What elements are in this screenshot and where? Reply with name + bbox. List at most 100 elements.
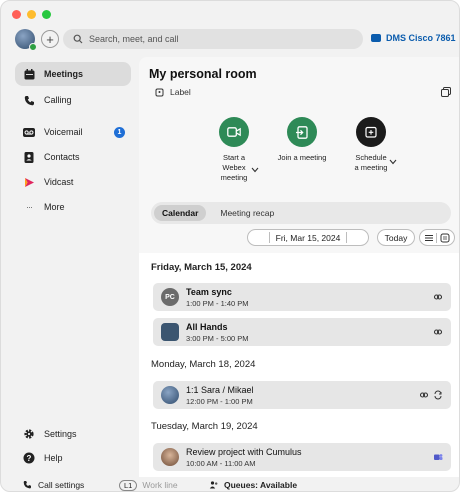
tab-calendar[interactable]: Calendar (154, 205, 207, 221)
video-icon (219, 117, 249, 147)
meeting-list: Friday, March 15, 2024 PC Team sync 1:00… (139, 253, 459, 477)
calendar-icon (23, 68, 35, 80)
room-label[interactable]: Label (155, 87, 191, 97)
join-meeting-button[interactable]: Join a meeting (267, 117, 337, 163)
avatar-initials: PC (165, 293, 175, 301)
meetings-panel: My personal room Label Start a Webex mee… (139, 57, 459, 477)
meeting-title: 1:1 Sara / Mikael (186, 385, 254, 395)
close-window-button[interactable] (12, 10, 21, 19)
meeting-row-all-hands[interactable]: All Hands 3:00 PM - 5:00 PM (153, 318, 451, 346)
day-header: Tuesday, March 19, 2024 (151, 421, 258, 432)
teams-icon (434, 454, 443, 460)
new-action-button[interactable]: + (41, 30, 59, 48)
day-header: Monday, March 18, 2024 (151, 359, 256, 370)
meeting-title: Team sync (186, 287, 232, 297)
status-bar: Call settings L1 Work line Queues: Avail… (1, 477, 459, 491)
sidebar-item-vidcast[interactable]: Vidcast (15, 170, 131, 194)
sidebar-item-label: Settings (44, 429, 77, 439)
page-title: My personal room (149, 67, 257, 81)
room-label-text: Label (170, 87, 191, 97)
more-dots-icon: ··· (26, 202, 33, 212)
voicemail-icon (23, 126, 35, 138)
help-icon: ? (23, 452, 35, 464)
meeting-title: Review project with Cumulus (186, 447, 302, 457)
start-meeting-label: Start a (222, 153, 246, 162)
chevron-down-icon[interactable] (251, 167, 259, 173)
call-settings-button[interactable]: Call settings (23, 480, 84, 490)
vidcast-icon (23, 176, 35, 188)
search-bar[interactable]: Search, meet, and call (63, 29, 363, 49)
sidebar-item-voicemail[interactable]: Voicemail 1 (15, 120, 131, 144)
sidebar-item-help[interactable]: ? Help (15, 446, 131, 470)
today-button[interactable]: Today (377, 229, 415, 246)
meeting-time: 10:00 AM - 11:00 AM (186, 459, 256, 468)
sidebar-item-label: Voicemail (44, 127, 83, 137)
date-picker[interactable]: Fri, Mar 15, 2024 (247, 229, 369, 246)
meeting-time: 12:00 PM - 1:00 PM (186, 397, 253, 406)
meeting-row-1on1[interactable]: 1:1 Sara / Mikael 12:00 PM - 1:00 PM (153, 381, 451, 409)
user-avatar[interactable] (15, 29, 37, 51)
search-placeholder: Search, meet, and call (89, 34, 179, 44)
call-settings-label: Call settings (38, 480, 85, 490)
device-connection[interactable]: DMS Cisco 7861 (371, 33, 456, 43)
sidebar-item-label: Vidcast (44, 177, 74, 187)
meeting-time: 3:00 PM - 5:00 PM (186, 334, 249, 343)
queues-status[interactable]: Queues: Available (209, 480, 297, 490)
day-header: Friday, March 15, 2024 (151, 262, 252, 273)
group-avatar (161, 323, 179, 341)
list-view-icon[interactable] (424, 233, 434, 243)
sidebar-item-label: Help (44, 453, 63, 463)
join-meeting-label: Join a meeting (277, 153, 327, 162)
sidebar-item-meetings[interactable]: Meetings (15, 62, 131, 86)
date-divider (268, 232, 270, 243)
current-date: Fri, Mar 15, 2024 (275, 232, 341, 243)
sidebar-item-label: Calling (44, 95, 72, 105)
work-line-label: Work line (142, 480, 178, 490)
webex-window: + Search, meet, and call DMS Cisco 7861 … (0, 0, 460, 492)
device-label: DMS Cisco 7861 (386, 33, 456, 43)
avatar (161, 448, 179, 466)
view-tabs: Calendar Meeting recap (151, 202, 451, 224)
calendar-view-icon[interactable] (440, 233, 450, 243)
tab-meeting-recap[interactable]: Meeting recap (212, 205, 282, 221)
date-divider (346, 232, 348, 243)
meeting-title: All Hands (186, 322, 228, 332)
sidebar-item-label: Contacts (44, 152, 80, 162)
search-icon (73, 34, 83, 44)
sidebar-item-more[interactable]: ··· More (15, 195, 131, 219)
line-status[interactable]: L1 Work line (119, 479, 178, 491)
top-bar: + Search, meet, and call DMS Cisco 7861 (1, 27, 459, 53)
voicemail-count-badge: 1 (114, 126, 125, 138)
desk-phone-icon (371, 34, 381, 42)
line-badge: L1 (119, 479, 138, 491)
view-divider (436, 232, 438, 243)
sidebar-item-label: More (44, 202, 65, 212)
window-controls (12, 10, 51, 19)
queue-agent-icon (209, 481, 218, 489)
avatar: PC (161, 288, 179, 306)
date-navigation: Fri, Mar 15, 2024 Today (247, 229, 457, 247)
meeting-row-team-sync[interactable]: PC Team sync 1:00 PM - 1:40 PM (153, 283, 451, 311)
call-settings-icon (23, 481, 31, 489)
schedule-calendar-icon (356, 117, 386, 147)
link-icon (433, 329, 443, 335)
svg-text:?: ? (27, 454, 32, 463)
minimize-window-button[interactable] (27, 10, 36, 19)
contacts-icon (23, 151, 35, 163)
sidebar-item-contacts[interactable]: Contacts (15, 145, 131, 169)
gear-icon (23, 428, 35, 440)
copy-link-icon[interactable] (441, 87, 451, 97)
start-meeting-label: meeting (220, 172, 248, 182)
view-toggle (419, 229, 455, 246)
chevron-down-icon[interactable] (389, 159, 397, 165)
link-icon (419, 392, 429, 398)
meeting-time: 1:00 PM - 1:40 PM (186, 299, 249, 308)
phone-icon (23, 94, 35, 106)
sidebar-item-calling[interactable]: Calling (15, 88, 131, 112)
sidebar-item-label: Meetings (44, 69, 84, 79)
meeting-row-review-project[interactable]: Review project with Cumulus 10:00 AM - 1… (153, 443, 451, 471)
zoom-window-button[interactable] (42, 10, 51, 19)
sidebar-item-settings[interactable]: Settings (15, 422, 131, 446)
sidebar: Meetings Calling Voicemail 1 Contacts Vi… (1, 57, 141, 491)
avatar (161, 386, 179, 404)
